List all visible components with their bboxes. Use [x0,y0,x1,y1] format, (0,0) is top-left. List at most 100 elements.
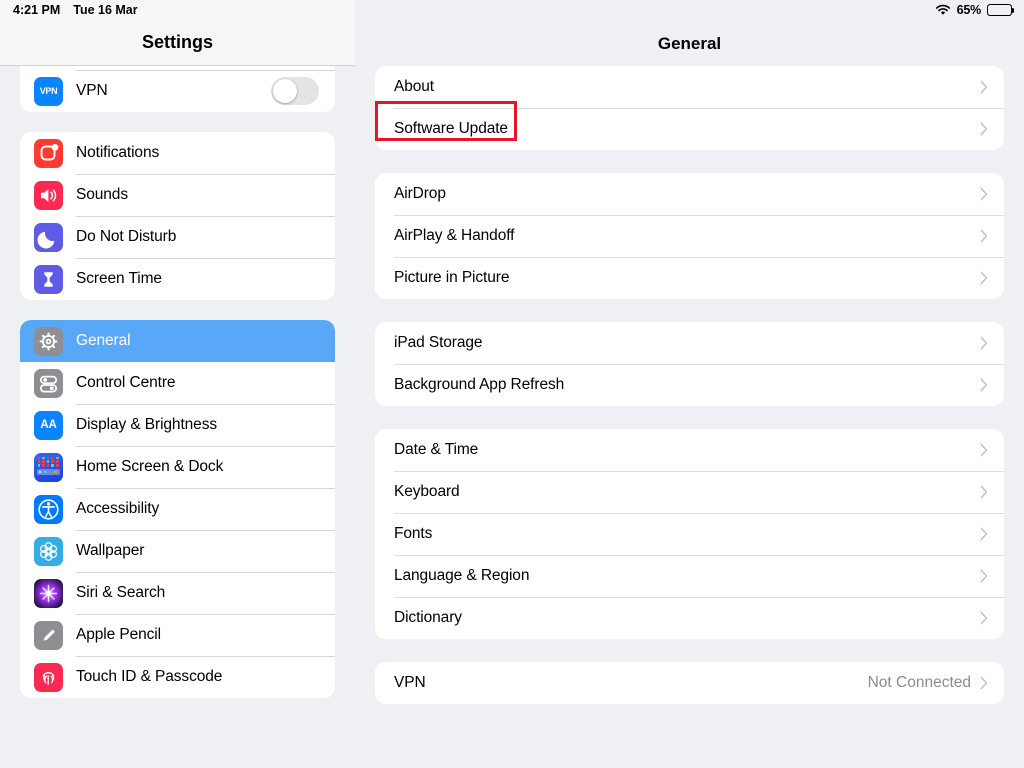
sidebar-item-wallpaper[interactable]: Wallpaper [20,530,335,572]
sidebar-item-general[interactable]: General [20,320,335,362]
settings-group: iPad Storage Background App Refresh [375,322,1004,406]
battery-percent: 65% [956,3,982,17]
settings-row-value: Not Connected [867,674,971,691]
sidebar-item-label: Display & Brightness [76,416,218,433]
status-bar: 4:21 PM Tue 16 Mar 65% [0,0,1024,20]
siri-search-icon [34,578,63,608]
sidebar-title: Settings [141,32,213,52]
sidebar-item-label: Siri & Search [76,584,166,601]
settings-row-label: VPN [394,674,426,691]
chevron-right-icon [980,378,988,392]
chevron-right-icon [980,443,988,457]
settings-sidebar: Settings BluetoothOnVPNVPNNotificationsS… [0,0,355,768]
settings-row-airplay-handoff[interactable]: AirPlay & Handoff [375,215,1004,257]
settings-row-software-update[interactable]: Software Update [375,108,1004,150]
settings-group: VPN Not Connected [375,662,1004,704]
vpn-icon: VPN [34,76,63,106]
status-bar-right: 65% [935,3,1024,17]
chevron-right-icon [980,229,988,243]
chevron-right-icon [980,80,988,94]
sidebar-item-label: Sounds [76,186,128,203]
sidebar-item-touch-id-passcode[interactable]: Touch ID & Passcode [20,656,335,698]
sidebar-item-label: Wallpaper [76,542,145,559]
sidebar-item-screen-time[interactable]: Screen Time [20,258,335,300]
battery-icon [987,4,1015,16]
sidebar-item-home-screen-dock[interactable]: Home Screen & Dock [20,446,335,488]
status-date: Tue 16 Mar [73,3,138,17]
chevron-right-icon [980,122,988,136]
sidebar-item-label: Screen Time [76,270,162,287]
settings-row-label: Language & Region [394,567,530,584]
apple-pencil-icon [34,620,63,650]
chevron-right-icon [980,485,988,499]
settings-row-about[interactable]: About [375,66,1004,108]
settings-row-date-time[interactable]: Date & Time [375,429,1004,471]
wifi-icon [935,4,951,16]
display-brightness-icon: AA [34,410,63,440]
chevron-right-icon [980,527,988,541]
settings-row-label: AirPlay & Handoff [394,227,515,244]
sidebar-item-label: Accessibility [76,500,160,517]
sidebar-item-sounds[interactable]: Sounds [20,174,335,216]
settings-row-picture-in-picture[interactable]: Picture in Picture [375,257,1004,299]
sidebar-item-label: Do Not Disturb [76,228,177,245]
notifications-icon [34,138,63,168]
gear-icon [34,326,63,356]
sidebar-item-label: VPN [76,82,108,99]
settings-row-background-app-refresh[interactable]: Background App Refresh [375,364,1004,406]
settings-group: About Software Update [375,66,1004,150]
settings-row-keyboard[interactable]: Keyboard [375,471,1004,513]
sidebar-item-accessibility[interactable]: Accessibility [20,488,335,530]
settings-row-dictionary[interactable]: Dictionary [375,597,1004,639]
sidebar-item-label: Apple Pencil [76,626,161,643]
settings-row-label: Keyboard [394,483,460,500]
settings-row-label: Background App Refresh [394,376,565,393]
sidebar-scroll-area[interactable]: BluetoothOnVPNVPNNotificationsSoundsDo N… [0,28,355,768]
settings-row-language-region[interactable]: Language & Region [375,555,1004,597]
settings-row-label: Picture in Picture [394,269,510,286]
general-detail-panel: General About Software Update AirDrop AirPl… [355,0,1024,768]
sidebar-item-siri-search[interactable]: Siri & Search [20,572,335,614]
status-bar-left: 4:21 PM Tue 16 Mar [0,3,138,17]
ipad-settings-screen: 4:21 PM Tue 16 Mar 65% Settings Bluetoot… [0,0,1024,768]
settings-group: AirDrop AirPlay & Handoff Picture in Pictu… [375,173,1004,299]
sidebar-item-label: Control Centre [76,374,176,391]
chevron-right-icon [980,676,988,690]
sidebar-item-notifications[interactable]: Notifications [20,132,335,174]
settings-row-vpn[interactable]: VPN Not Connected [375,662,1004,704]
page-title: General [657,34,722,53]
settings-row-airdrop[interactable]: AirDrop [375,173,1004,215]
screen-time-icon [34,264,63,294]
chevron-right-icon [980,611,988,625]
settings-row-label: Fonts [394,525,433,542]
sidebar-item-label: General [76,332,131,349]
sidebar-item-control-centre[interactable]: Control Centre [20,362,335,404]
wallpaper-icon [34,536,63,566]
chevron-right-icon [980,187,988,201]
sidebar-group: Notifications Sounds Do Not Disturb Screen … [20,132,335,300]
settings-row-label: Date & Time [394,441,479,458]
sounds-icon [34,180,63,210]
chevron-right-icon [980,336,988,350]
settings-row-label: About [394,78,435,95]
sidebar-item-do-not-disturb[interactable]: Do Not Disturb [20,216,335,258]
sidebar-item-vpn[interactable]: VPN VPN [20,70,335,112]
settings-row-label: Dictionary [394,609,462,626]
settings-group: Date & Time Keyboard Fonts Language & Regio… [375,429,1004,639]
main-scroll-area[interactable]: About Software Update AirDrop AirPlay & Han… [355,66,1024,768]
control-centre-icon [34,368,63,398]
status-time: 4:21 PM [13,3,61,17]
sidebar-group: General Control Centre AA Display & Brightn… [20,320,335,698]
vpn-toggle-switch[interactable] [271,77,319,105]
settings-row-label: Software Update [394,120,508,137]
sidebar-item-label: Notifications [76,144,160,161]
settings-row-fonts[interactable]: Fonts [375,513,1004,555]
touch-id-passcode-icon [34,662,63,692]
home-screen-dock-icon [34,452,63,482]
sidebar-item-label: Home Screen & Dock [76,458,224,475]
chevron-right-icon [980,569,988,583]
settings-row-ipad-storage[interactable]: iPad Storage [375,322,1004,364]
accessibility-icon [34,494,63,524]
sidebar-item-apple-pencil[interactable]: Apple Pencil [20,614,335,656]
sidebar-item-display-brightness[interactable]: AA Display & Brightness [20,404,335,446]
